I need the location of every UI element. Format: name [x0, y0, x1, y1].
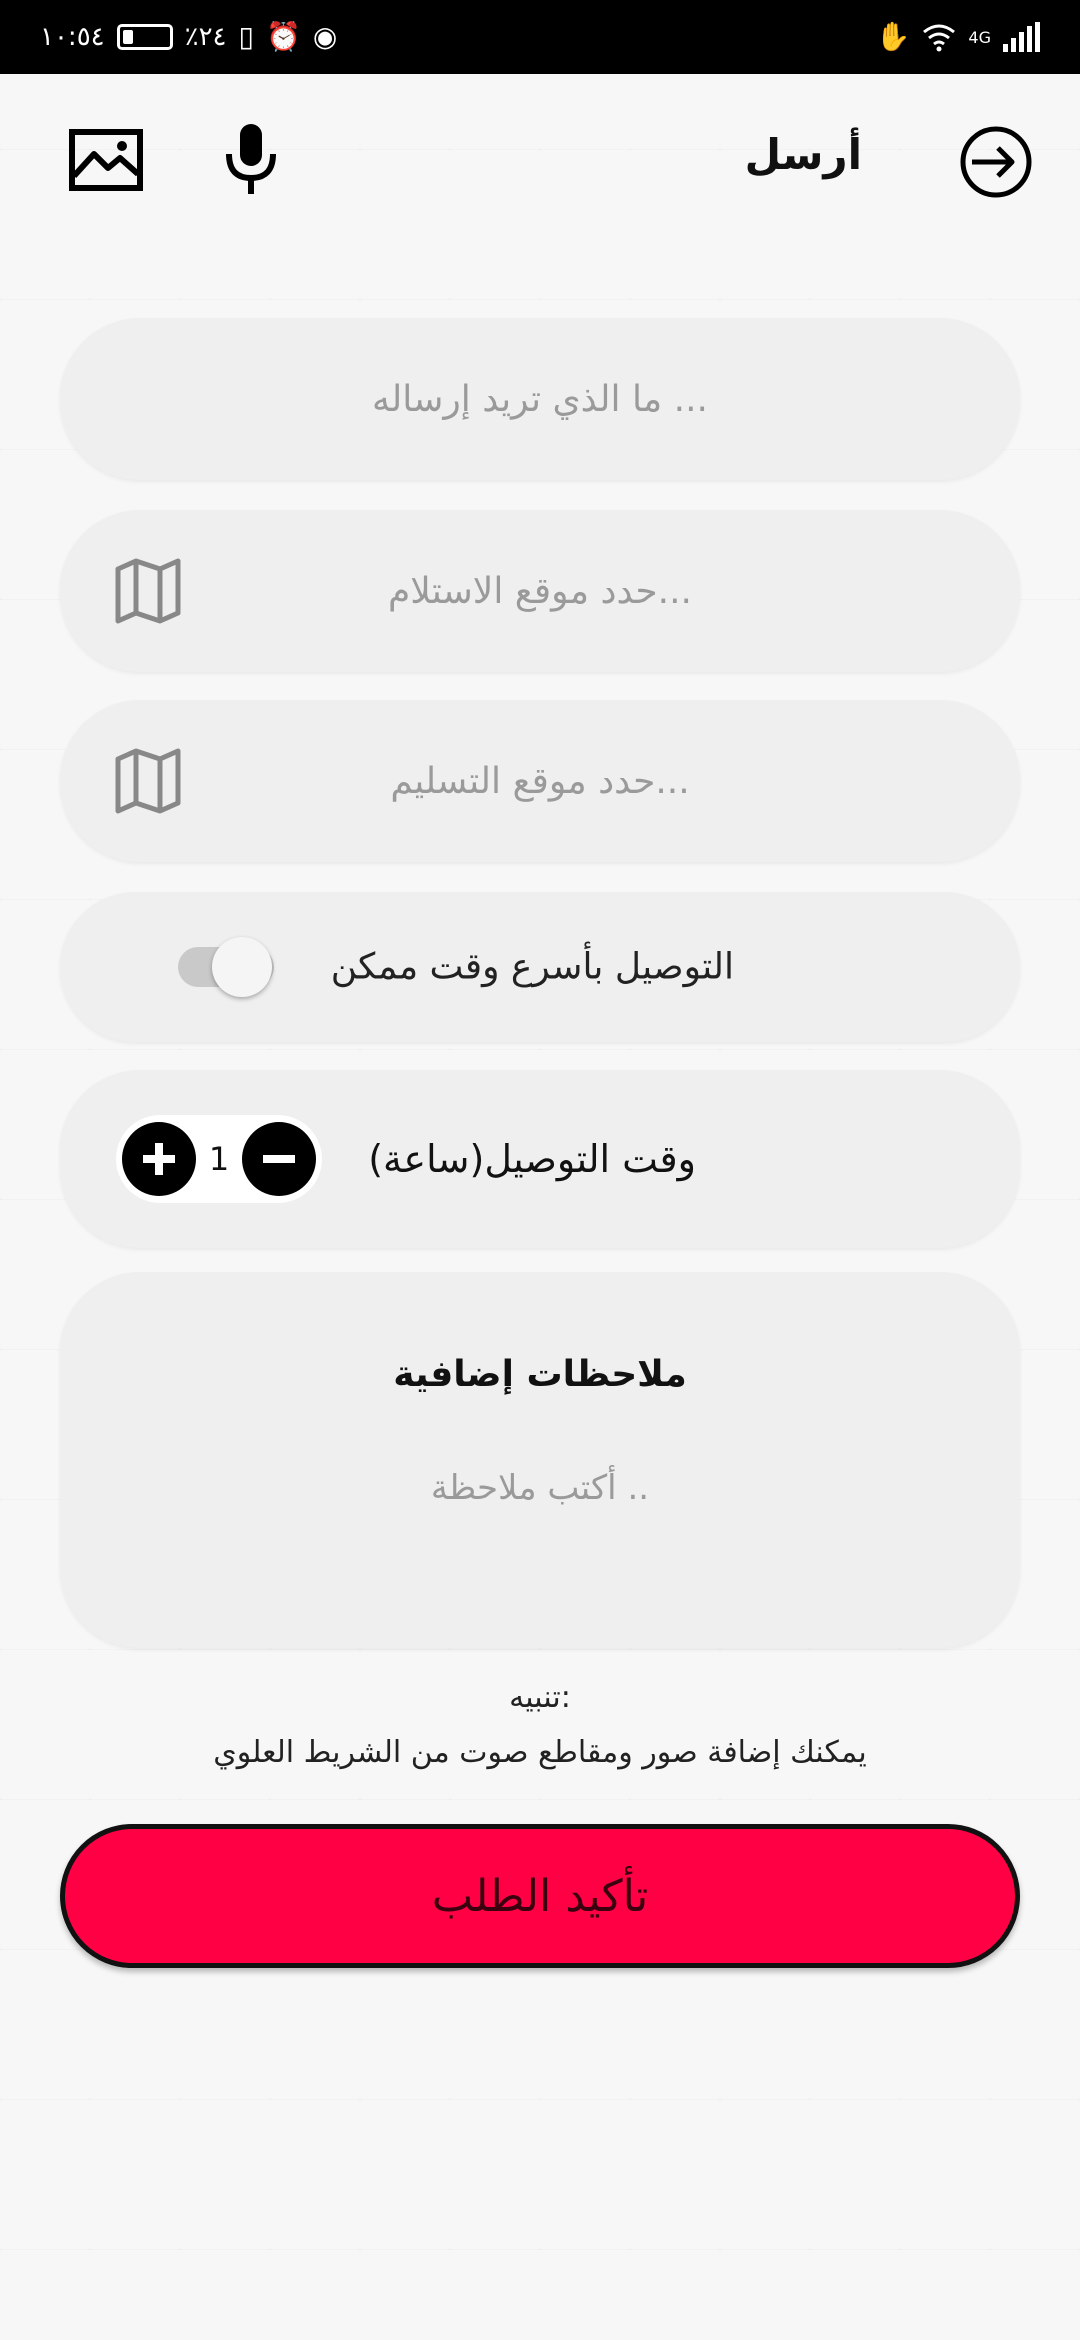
- network-type: 4G: [968, 27, 991, 47]
- delivery-time-label: وقت التوصيل(ساعة): [368, 1137, 696, 1181]
- plus-icon: [143, 1143, 175, 1175]
- notice-title: تنبيه:: [509, 1680, 571, 1715]
- fast-delivery-row: التوصيل بأسرع وقت ممكن: [60, 892, 1020, 1042]
- increment-button[interactable]: [122, 1122, 196, 1196]
- notes-title: ملاحظات إضافية: [393, 1354, 687, 1395]
- clock: ١٠:٥٤: [40, 22, 105, 52]
- delivery-time-value: 1: [208, 1140, 230, 1178]
- back-button[interactable]: [956, 122, 1036, 202]
- sign-in-icon: [960, 126, 1032, 198]
- map-icon: [115, 558, 181, 624]
- vibrate-icon: ▯: [238, 20, 254, 53]
- minus-icon: [262, 1155, 295, 1163]
- order-screen: ١٠:٥٤ ٪٢٤ ▯ ⏰ ◉ ✋ 4G أرسل ما الذي تريد إ…: [0, 0, 1080, 2340]
- alarm-icon: ⏰: [265, 20, 301, 53]
- fast-delivery-toggle[interactable]: [178, 937, 274, 997]
- add-image-button[interactable]: [66, 122, 146, 198]
- record-audio-button[interactable]: [215, 118, 287, 202]
- item-description-placeholder: ما الذي تريد إرساله ...: [372, 378, 708, 420]
- image-icon: [69, 129, 143, 191]
- microphone-icon: [226, 124, 276, 194]
- status-right: ✋ 4G: [876, 22, 1040, 52]
- notice-text: يمكنك إضافة صور ومقاطع صوت من الشريط الع…: [213, 1735, 867, 1770]
- hand-icon: ✋: [875, 20, 911, 53]
- confirm-order-button[interactable]: تأكيد الطلب: [60, 1824, 1020, 1968]
- notes-box: ملاحظات إضافية أكتب ملاحظة ..: [60, 1272, 1020, 1648]
- pickup-location-placeholder: حدد موقع الاستلام...: [388, 570, 692, 612]
- fast-delivery-label: التوصيل بأسرع وقت ممكن: [330, 946, 734, 988]
- delivery-location-placeholder: حدد موقع التسليم...: [390, 760, 690, 802]
- status-left: ١٠:٥٤ ٪٢٤ ▯ ⏰ ◉: [40, 22, 337, 52]
- delivery-location-field[interactable]: حدد موقع التسليم...: [60, 700, 1020, 862]
- top-bar: أرسل: [0, 110, 1080, 210]
- map-icon: [115, 748, 181, 814]
- item-description-input[interactable]: ما الذي تريد إرساله ...: [60, 318, 1020, 480]
- battery-percent: ٪٢٤: [184, 22, 227, 52]
- signal-icon: [1003, 22, 1040, 52]
- eye-icon: ◉: [312, 20, 338, 53]
- confirm-order-label: تأكيد الطلب: [431, 1870, 649, 1922]
- notes-input[interactable]: أكتب ملاحظة ..: [60, 1468, 1020, 1508]
- decrement-button[interactable]: [241, 1122, 316, 1196]
- pickup-location-field[interactable]: حدد موقع الاستلام...: [60, 510, 1020, 672]
- battery-icon: [116, 24, 173, 50]
- send-title: أرسل: [744, 130, 862, 179]
- delivery-time-stepper: 1: [116, 1115, 322, 1203]
- wifi-icon: [923, 24, 956, 52]
- status-bar: ١٠:٥٤ ٪٢٤ ▯ ⏰ ◉ ✋ 4G: [0, 0, 1080, 74]
- delivery-time-row: 1 وقت التوصيل(ساعة): [60, 1070, 1020, 1248]
